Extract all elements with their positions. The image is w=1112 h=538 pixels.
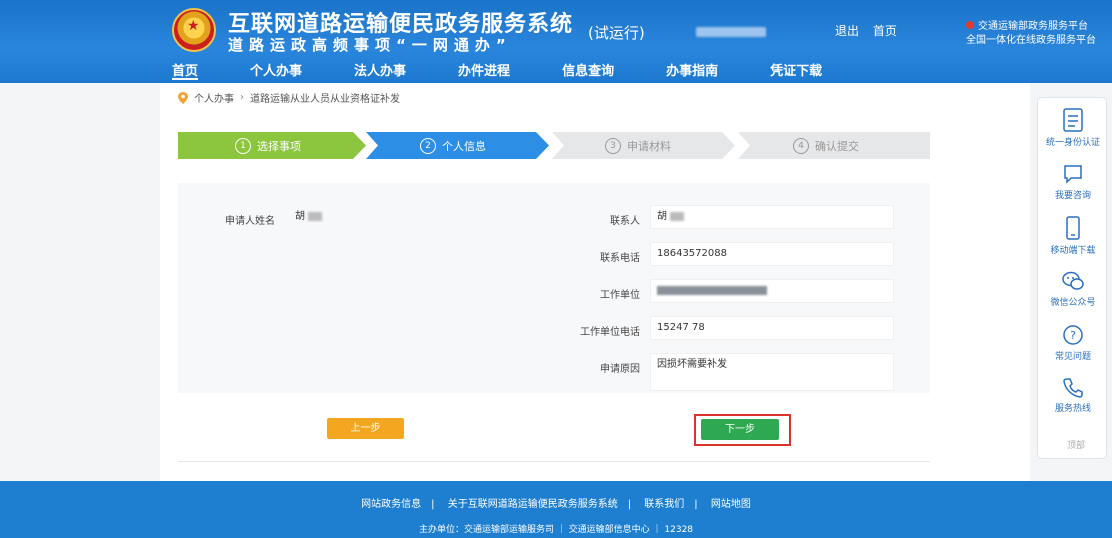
side-wechat[interactable]: 微信公众号 — [1038, 270, 1108, 308]
side-unified-auth-label: 统一身份认证 — [1045, 138, 1100, 148]
side-faq-label: 常见问题 — [1054, 352, 1091, 362]
nav-personal[interactable]: 个人办事 — [250, 60, 302, 80]
footer-links: 网站政务信息 | 关于互联网道路运输便民政务服务系统 | 联系我们 | 网站地图 — [361, 499, 751, 510]
applicant-field: 胡 — [288, 205, 558, 229]
org-line-1[interactable]: 交通运输部政务服务平台 — [978, 21, 1088, 32]
contact-field[interactable]: 胡 — [650, 205, 894, 229]
mobile-phone-icon — [1066, 216, 1080, 240]
step-1-num: 1 — [235, 137, 251, 154]
svg-text:?: ? — [1070, 329, 1076, 342]
side-faq[interactable]: ? 常见问题 — [1038, 324, 1108, 362]
header-bar: 互联网道路运输便民政务服务系统 道路运政高频事项“一网通办” (试运行) 退出 … — [0, 0, 1112, 83]
phone-icon — [1063, 378, 1083, 398]
location-pin-icon — [178, 91, 188, 104]
reason-field[interactable]: 因损坏需要补发 — [650, 353, 894, 391]
question-icon: ? — [1063, 325, 1083, 345]
work-unit-label: 工作单位 — [600, 290, 640, 301]
work-unit-blur — [657, 285, 767, 295]
wechat-icon — [1062, 271, 1084, 290]
chat-icon — [1064, 165, 1082, 184]
step-3: 3 申请材料 — [588, 132, 688, 159]
side-mobile-download-label: 移动端下载 — [1050, 246, 1096, 256]
nav-legal-person[interactable]: 法人办事 — [354, 60, 406, 80]
reason-label: 申请原因 — [600, 364, 640, 375]
contact-label: 联系人 — [610, 216, 640, 227]
breadcrumb-separator: › — [240, 92, 244, 103]
step-3-num: 3 — [605, 137, 621, 154]
system-subtitle: 道路运政高频事项“一网通办” — [228, 36, 512, 54]
breadcrumb: 个人办事 › 道路运输从业人员从业资格证补发 — [178, 90, 400, 105]
work-unit-phone-label: 工作单位电话 — [580, 327, 640, 338]
logout-link[interactable]: 退出 — [835, 24, 859, 38]
home-link[interactable]: 首页 — [873, 24, 897, 38]
step-2-num: 2 — [420, 137, 436, 154]
side-consult[interactable]: 我要咨询 — [1038, 163, 1108, 201]
applicant-label: 申请人姓名 — [225, 216, 275, 227]
footer-info: 主办单位：交通运输部运输服务司 ｜ 交通运输部信息中心 ｜ 12328 — [418, 525, 694, 535]
breadcrumb-current: 道路运输从业人员从业资格证补发 — [250, 94, 400, 105]
work-unit-phone-field[interactable]: 15247 78 — [650, 316, 894, 340]
national-emblem-icon — [172, 8, 216, 52]
step-1: 1 选择事项 — [218, 132, 318, 159]
side-panel: 统一身份认证 我要咨询 移动端下载 微信公众号 ? 常见问题 服务热线 顶部 — [1037, 97, 1107, 459]
step-progress: 1 选择事项 2 个人信息 3 申请材料 4 确认提交 — [178, 132, 930, 159]
top-links: 退出 首页 — [835, 22, 907, 39]
nav-download[interactable]: 凭证下载 — [770, 60, 822, 80]
applicant-value: 胡 — [295, 211, 305, 222]
side-unified-auth[interactable]: 统一身份认证 — [1038, 108, 1108, 148]
applicant-blur — [308, 211, 323, 221]
org-info: 交通运输部政务服务平台 全国一体化在线政务服务平台 — [966, 20, 1096, 48]
side-hotline[interactable]: 服务热线 — [1038, 376, 1108, 414]
nav-progress[interactable]: 办件进程 — [458, 60, 510, 80]
org-logo-icon — [966, 21, 974, 29]
side-wechat-label: 微信公众号 — [1050, 298, 1096, 308]
step-4-num: 4 — [793, 137, 809, 154]
trial-badge: (试运行) — [588, 24, 645, 42]
step-4: 4 确认提交 — [776, 132, 876, 159]
phone-label: 联系电话 — [600, 253, 640, 264]
step-1-label: 选择事项 — [257, 139, 301, 153]
side-hotline-label: 服务热线 — [1054, 404, 1091, 414]
side-back-to-top[interactable]: 顶部 — [1067, 438, 1085, 451]
step-2: 2 个人信息 — [403, 132, 503, 159]
nav-home[interactable]: 首页 — [172, 60, 199, 80]
step-3-label: 申请材料 — [627, 139, 671, 153]
footer-link-3[interactable]: 联系我们 — [644, 499, 684, 510]
breadcrumb-personal[interactable]: 个人办事 — [194, 90, 234, 105]
org-line-2[interactable]: 全国一体化在线政务服务平台 — [966, 34, 1096, 48]
content-divider — [178, 461, 930, 462]
footer-link-4[interactable]: 网站地图 — [711, 499, 751, 510]
id-card-icon — [1063, 108, 1083, 132]
main-nav: 首页 个人办事 法人办事 办件进程 信息查询 办事指南 凭证下载 — [172, 60, 874, 80]
step-2-label: 个人信息 — [442, 139, 486, 153]
footer: 网站政务信息 | 关于互联网道路运输便民政务服务系统 | 联系我们 | 网站地图 主办… — [0, 481, 1112, 538]
footer-link-2[interactable]: 关于互联网道路运输便民政务服务系统 — [448, 499, 618, 510]
phone-field[interactable]: 18643572088 — [650, 242, 894, 266]
footer-link-1[interactable]: 网站政务信息 — [361, 499, 421, 510]
nav-query[interactable]: 信息查询 — [562, 60, 614, 80]
next-step-button[interactable]: 下一步 — [701, 419, 779, 440]
user-name-blurred — [696, 27, 766, 37]
side-mobile-download[interactable]: 移动端下载 — [1038, 216, 1108, 256]
step-4-label: 确认提交 — [815, 139, 859, 153]
contact-value: 胡 — [657, 211, 667, 222]
prev-step-button[interactable]: 上一步 — [327, 418, 404, 439]
nav-guide[interactable]: 办事指南 — [666, 60, 718, 80]
side-consult-label: 我要咨询 — [1054, 191, 1091, 201]
contact-blur — [670, 211, 685, 221]
work-unit-field[interactable] — [650, 279, 894, 303]
